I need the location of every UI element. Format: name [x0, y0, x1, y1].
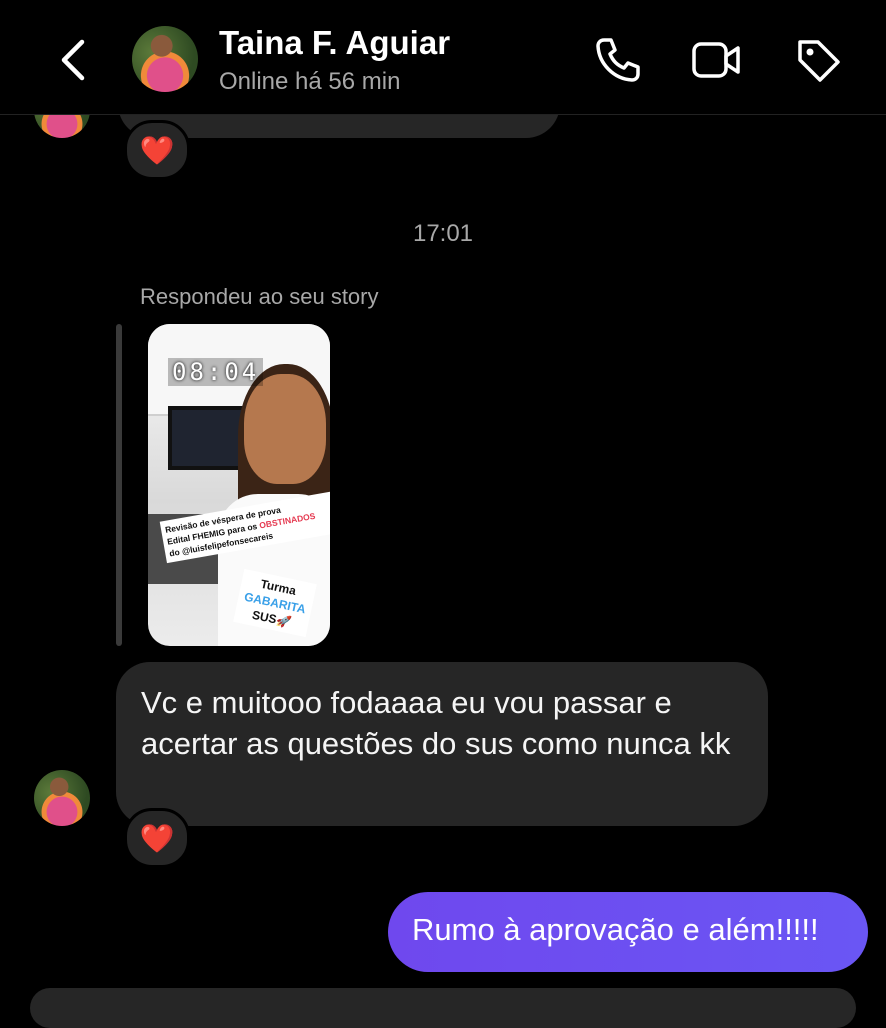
reply-quote-bar [116, 324, 122, 646]
tag-button[interactable] [792, 34, 844, 86]
sender-avatar[interactable] [34, 770, 90, 826]
person-illustration [244, 374, 326, 484]
heart-icon: ❤️ [139, 134, 175, 166]
incoming-message-text: Vc e muitooo fodaaaa eu vou passar e ace… [141, 685, 731, 761]
phone-icon [596, 38, 640, 82]
video-call-button[interactable] [690, 34, 742, 86]
reaction-badge[interactable]: ❤️ [124, 808, 190, 868]
story-thumbnail[interactable]: 08:04 Revisão de véspera de prova Edital… [148, 324, 330, 646]
contact-name[interactable]: Taina F. Aguiar [219, 24, 450, 62]
outgoing-message-text: Rumo à aprovação e além!!!!! [412, 912, 819, 947]
chevron-left-icon [61, 39, 85, 81]
contact-avatar[interactable] [132, 26, 198, 92]
chat-header: Taina F. Aguiar Online há 56 min [0, 0, 886, 115]
call-button[interactable] [592, 34, 644, 86]
heart-icon: ❤️ [139, 822, 175, 854]
story-reply-label: Respondeu ao seu story [140, 284, 379, 309]
video-camera-icon [692, 42, 740, 78]
story-timer: 08:04 [168, 358, 264, 386]
message-bubble-incoming[interactable] [30, 988, 856, 1028]
tag-icon [798, 40, 840, 82]
contact-status: Online há 56 min [219, 68, 401, 95]
message-timestamp: 17:01 [412, 220, 474, 247]
back-button[interactable] [56, 36, 96, 84]
reaction-badge[interactable]: ❤️ [124, 120, 190, 180]
